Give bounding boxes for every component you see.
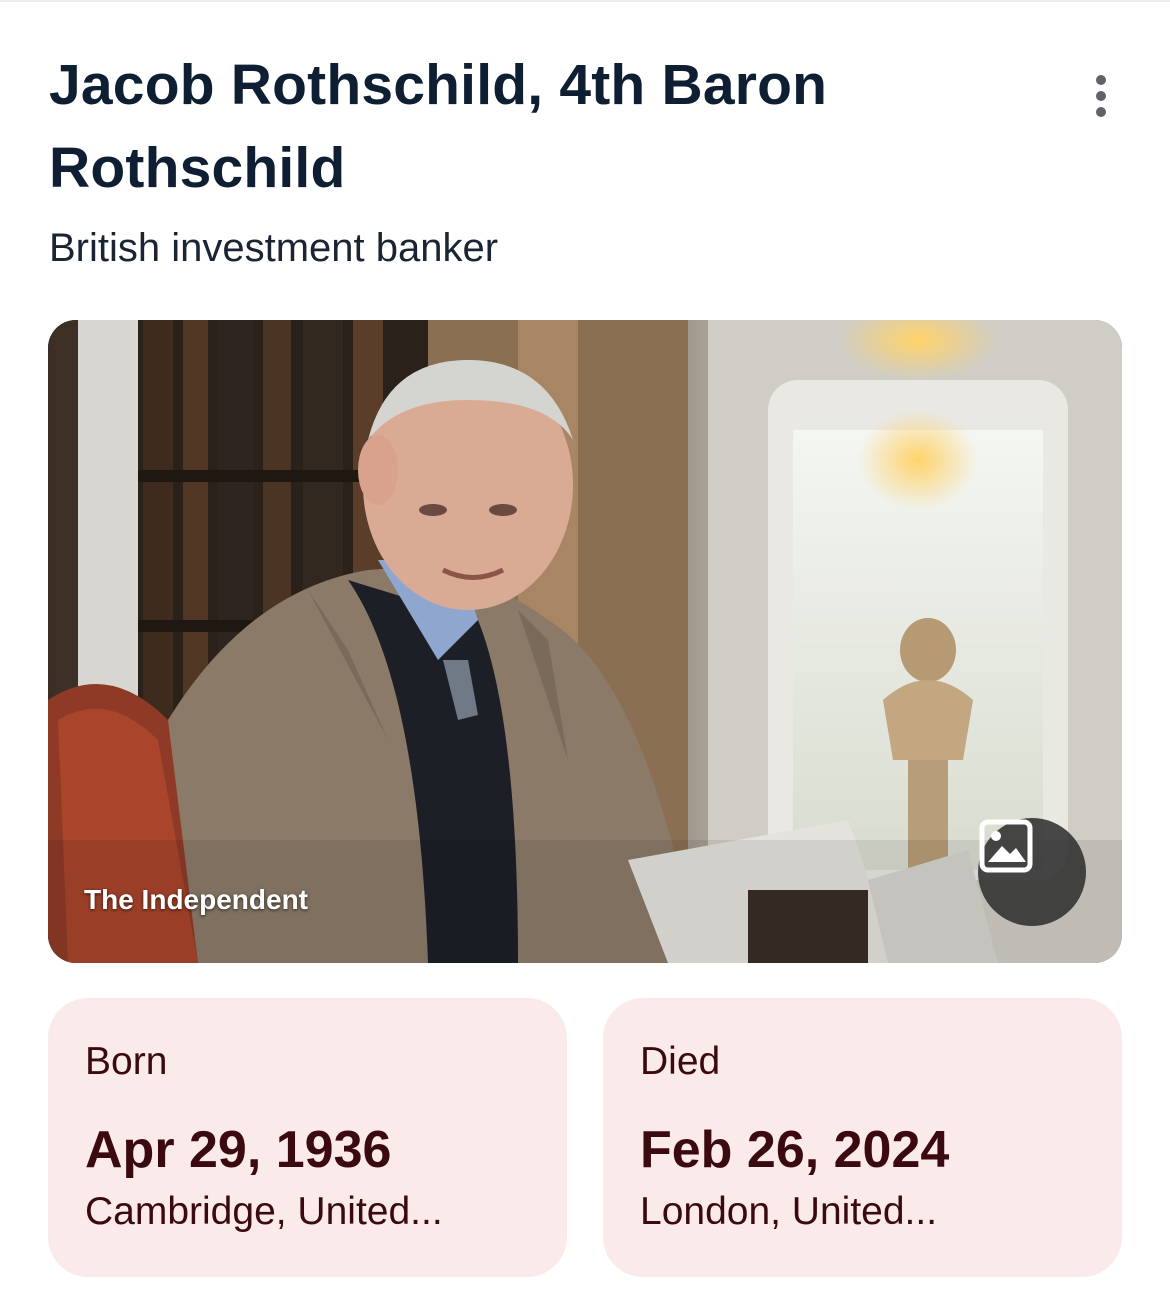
- more-vert-icon-dot: [1096, 107, 1106, 117]
- view-images-button[interactable]: [978, 818, 1086, 926]
- hero-image[interactable]: The Independent: [48, 320, 1122, 963]
- entity-title: Jacob Rothschild, 4th Baron Rothschild: [49, 53, 828, 200]
- died-label: Died: [640, 1040, 721, 1083]
- more-vert-icon-dot: [1096, 91, 1106, 101]
- born-place: Cambridge, United...: [85, 1190, 443, 1233]
- top-divider: [0, 0, 1170, 2]
- image-gallery-icon: [979, 819, 1033, 873]
- born-date: Apr 29, 1936: [85, 1121, 392, 1179]
- entity-subtitle: British investment banker: [49, 226, 499, 270]
- born-card[interactable]: Born Apr 29, 1936 Cambridge, United...: [48, 998, 567, 1277]
- died-card[interactable]: Died Feb 26, 2024 London, United...: [603, 998, 1122, 1277]
- more-options-button[interactable]: [1078, 70, 1124, 122]
- born-label: Born: [85, 1040, 168, 1083]
- image-credit[interactable]: The Independent: [84, 884, 308, 916]
- more-vert-icon: [1096, 75, 1106, 85]
- died-place: London, United...: [640, 1190, 938, 1233]
- died-date: Feb 26, 2024: [640, 1121, 950, 1179]
- portrait-photo: [48, 320, 1122, 963]
